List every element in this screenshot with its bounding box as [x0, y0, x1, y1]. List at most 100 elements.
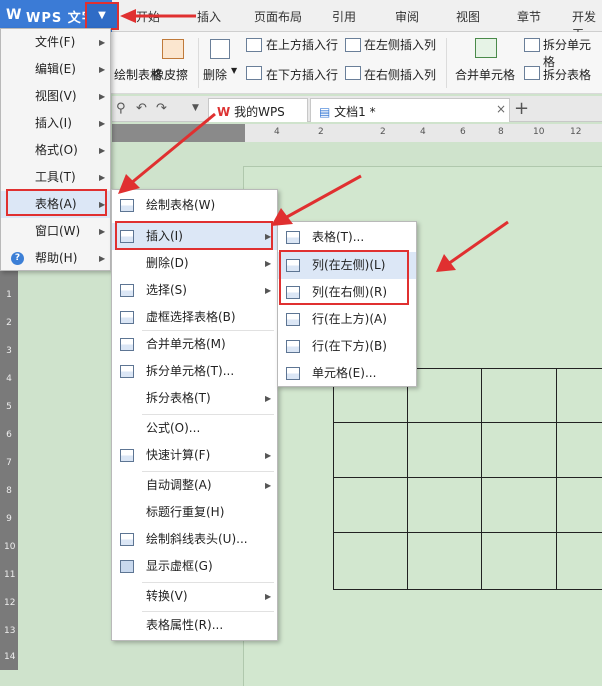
table-icon [286, 231, 300, 244]
tab-view[interactable]: 视图 [456, 8, 480, 25]
menu-item-formula[interactable]: 公式(O)... [112, 415, 277, 442]
quick-calc-icon [120, 449, 134, 462]
chevron-right-icon: ▶ [99, 65, 106, 74]
gridlines-icon [120, 560, 134, 573]
insert-col-right-button[interactable]: 在右侧插入列 [364, 66, 436, 83]
tab-insert[interactable]: 插入 [197, 8, 221, 25]
ruler-number: 9 [6, 514, 12, 524]
ruler-number: 5 [6, 402, 12, 412]
wps-dropdown-button[interactable]: ▼ [85, 2, 119, 30]
menu-item-convert[interactable]: 转换(V) ▶ [112, 583, 277, 610]
merge-cells-icon [475, 38, 497, 58]
menu-item-row-below[interactable]: 行(在下方)(B) [278, 333, 416, 360]
highlight-box-columns [279, 250, 409, 305]
add-tab-button[interactable]: + [514, 98, 529, 119]
insert-row-below-button[interactable]: 在下方插入行 [266, 66, 338, 83]
chevron-right-icon: ▶ [99, 227, 106, 236]
menu-item-quick-calc[interactable]: 快速计算(F) ▶ [112, 442, 277, 469]
ruler-number: 2 [318, 127, 324, 137]
menu-item-split-cells[interactable]: 拆分单元格(T)... [112, 358, 277, 385]
menu-item-show-gridlines[interactable]: 显示虚框(G) [112, 553, 277, 580]
split-table-button[interactable]: 拆分表格 [543, 66, 591, 83]
chevron-right-icon: ▶ [99, 119, 106, 128]
menu-item-autofit[interactable]: 自动调整(A) ▶ [112, 472, 277, 499]
highlight-box-insert [115, 221, 273, 250]
ruler-number: 12 [4, 598, 16, 608]
ruler-number: 4 [420, 127, 426, 137]
ribbon-divider [198, 38, 199, 88]
ruler-number: 6 [6, 430, 12, 440]
menu-item-table-properties[interactable]: 表格属性(R)... [112, 612, 277, 639]
merge-cells-button[interactable]: 合并单元格 [455, 66, 515, 83]
tab-references[interactable]: 引用 [332, 8, 356, 25]
table-grid-line [481, 368, 482, 590]
ruler-number: 12 [570, 127, 582, 137]
menu-item-help[interactable]: ? 帮助(H) ▶ [1, 245, 110, 272]
annotation-arrow-1 [120, 9, 196, 23]
menu-item-diagonal-header[interactable]: 绘制斜线表头(U)... [112, 526, 277, 553]
wps-logo-icon: W [6, 7, 22, 23]
menu-item-select[interactable]: 选择(S) ▶ [112, 277, 277, 304]
menu-item-file[interactable]: 文件(F) ▶ [1, 29, 110, 56]
ruler-number: 4 [274, 127, 280, 137]
menu-item-edit[interactable]: 编辑(E) ▶ [1, 56, 110, 83]
chevron-right-icon: ▶ [265, 592, 272, 601]
ruler-number: 1 [6, 290, 12, 300]
insert-row-below-icon [246, 66, 262, 80]
eraser-button[interactable]: 橡皮擦 [152, 66, 188, 83]
insert-row-below-icon [286, 340, 300, 353]
tab-label: 我的WPS [234, 105, 285, 119]
menu-item-merge-cells[interactable]: 合并单元格(M) [112, 331, 277, 358]
ruler-number: 7 [6, 458, 12, 468]
split-cells-button[interactable]: 拆分单元格 [543, 36, 602, 70]
menu-item-window[interactable]: 窗口(W) ▶ [1, 218, 110, 245]
table-grid-line [333, 589, 602, 590]
document-table[interactable] [333, 368, 602, 590]
tab-chapter[interactable]: 章节 [517, 8, 541, 25]
insert-col-right-icon [345, 66, 361, 80]
insert-row-above-button[interactable]: 在上方插入行 [266, 36, 338, 53]
chevron-right-icon: ▶ [99, 254, 106, 263]
table-grid-line [556, 368, 557, 590]
help-icon: ? [11, 252, 24, 265]
insert-row-above-icon [246, 38, 262, 52]
menu-item-delete[interactable]: 删除(D) ▶ [112, 250, 277, 277]
chevron-right-icon: ▶ [99, 146, 106, 155]
tab-document-1[interactable]: ▤ 文档1 * × [310, 98, 510, 122]
table-submenu: 绘制表格(W) 插入(I) ▶ 删除(D) ▶ 选择(S) ▶ 虚框选择表格(B) 合… [111, 189, 278, 641]
chevron-right-icon: ▶ [99, 173, 106, 182]
menu-item-dashed-select[interactable]: 虚框选择表格(B) [112, 304, 277, 331]
chevron-right-icon: ▶ [265, 451, 272, 460]
insert-col-left-button[interactable]: 在左侧插入列 [364, 36, 436, 53]
close-icon[interactable]: × [496, 102, 506, 116]
table-grid-line [407, 368, 408, 590]
tab-review[interactable]: 审阅 [395, 8, 419, 25]
chevron-right-icon: ▶ [99, 92, 106, 101]
menu-item-cell[interactable]: 单元格(E)... [278, 360, 416, 387]
ribbon-divider [446, 38, 447, 88]
dashed-select-icon [120, 311, 134, 324]
menu-item-repeat-header[interactable]: 标题行重复(H) [112, 499, 277, 526]
menu-item-split-table[interactable]: 拆分表格(T) ▶ [112, 385, 277, 412]
table-grid-line [333, 422, 602, 423]
menu-item-row-above[interactable]: 行(在上方)(A) [278, 306, 416, 333]
tab-my-wps[interactable]: W 我的WPS [208, 98, 308, 122]
ruler-number: 8 [6, 486, 12, 496]
ruler-number: 10 [4, 542, 16, 552]
menu-item-view[interactable]: 视图(V) ▶ [1, 83, 110, 110]
ruler-number: 13 [4, 626, 16, 636]
tab-page-layout[interactable]: 页面布局 [254, 8, 302, 25]
menu-item-tools[interactable]: 工具(T) ▶ [1, 164, 110, 191]
split-cells-icon [120, 365, 134, 378]
menu-item-format[interactable]: 格式(O) ▶ [1, 137, 110, 164]
ruler-number: 2 [6, 318, 12, 328]
table-grid-line [333, 477, 602, 478]
chevron-right-icon: ▶ [265, 394, 272, 403]
main-menu: 文件(F) ▶ 编辑(E) ▶ 视图(V) ▶ 插入(I) ▶ 格式(O) ▶ 工具(T)… [0, 28, 111, 271]
chevron-right-icon: ▶ [265, 259, 272, 268]
ruler-number: 2 [380, 127, 386, 137]
chevron-down-icon: ▼ [231, 66, 238, 75]
menu-item-insert[interactable]: 插入(I) ▶ [1, 110, 110, 137]
delete-button[interactable]: 删除 [203, 66, 227, 83]
highlight-box-table [6, 189, 107, 216]
